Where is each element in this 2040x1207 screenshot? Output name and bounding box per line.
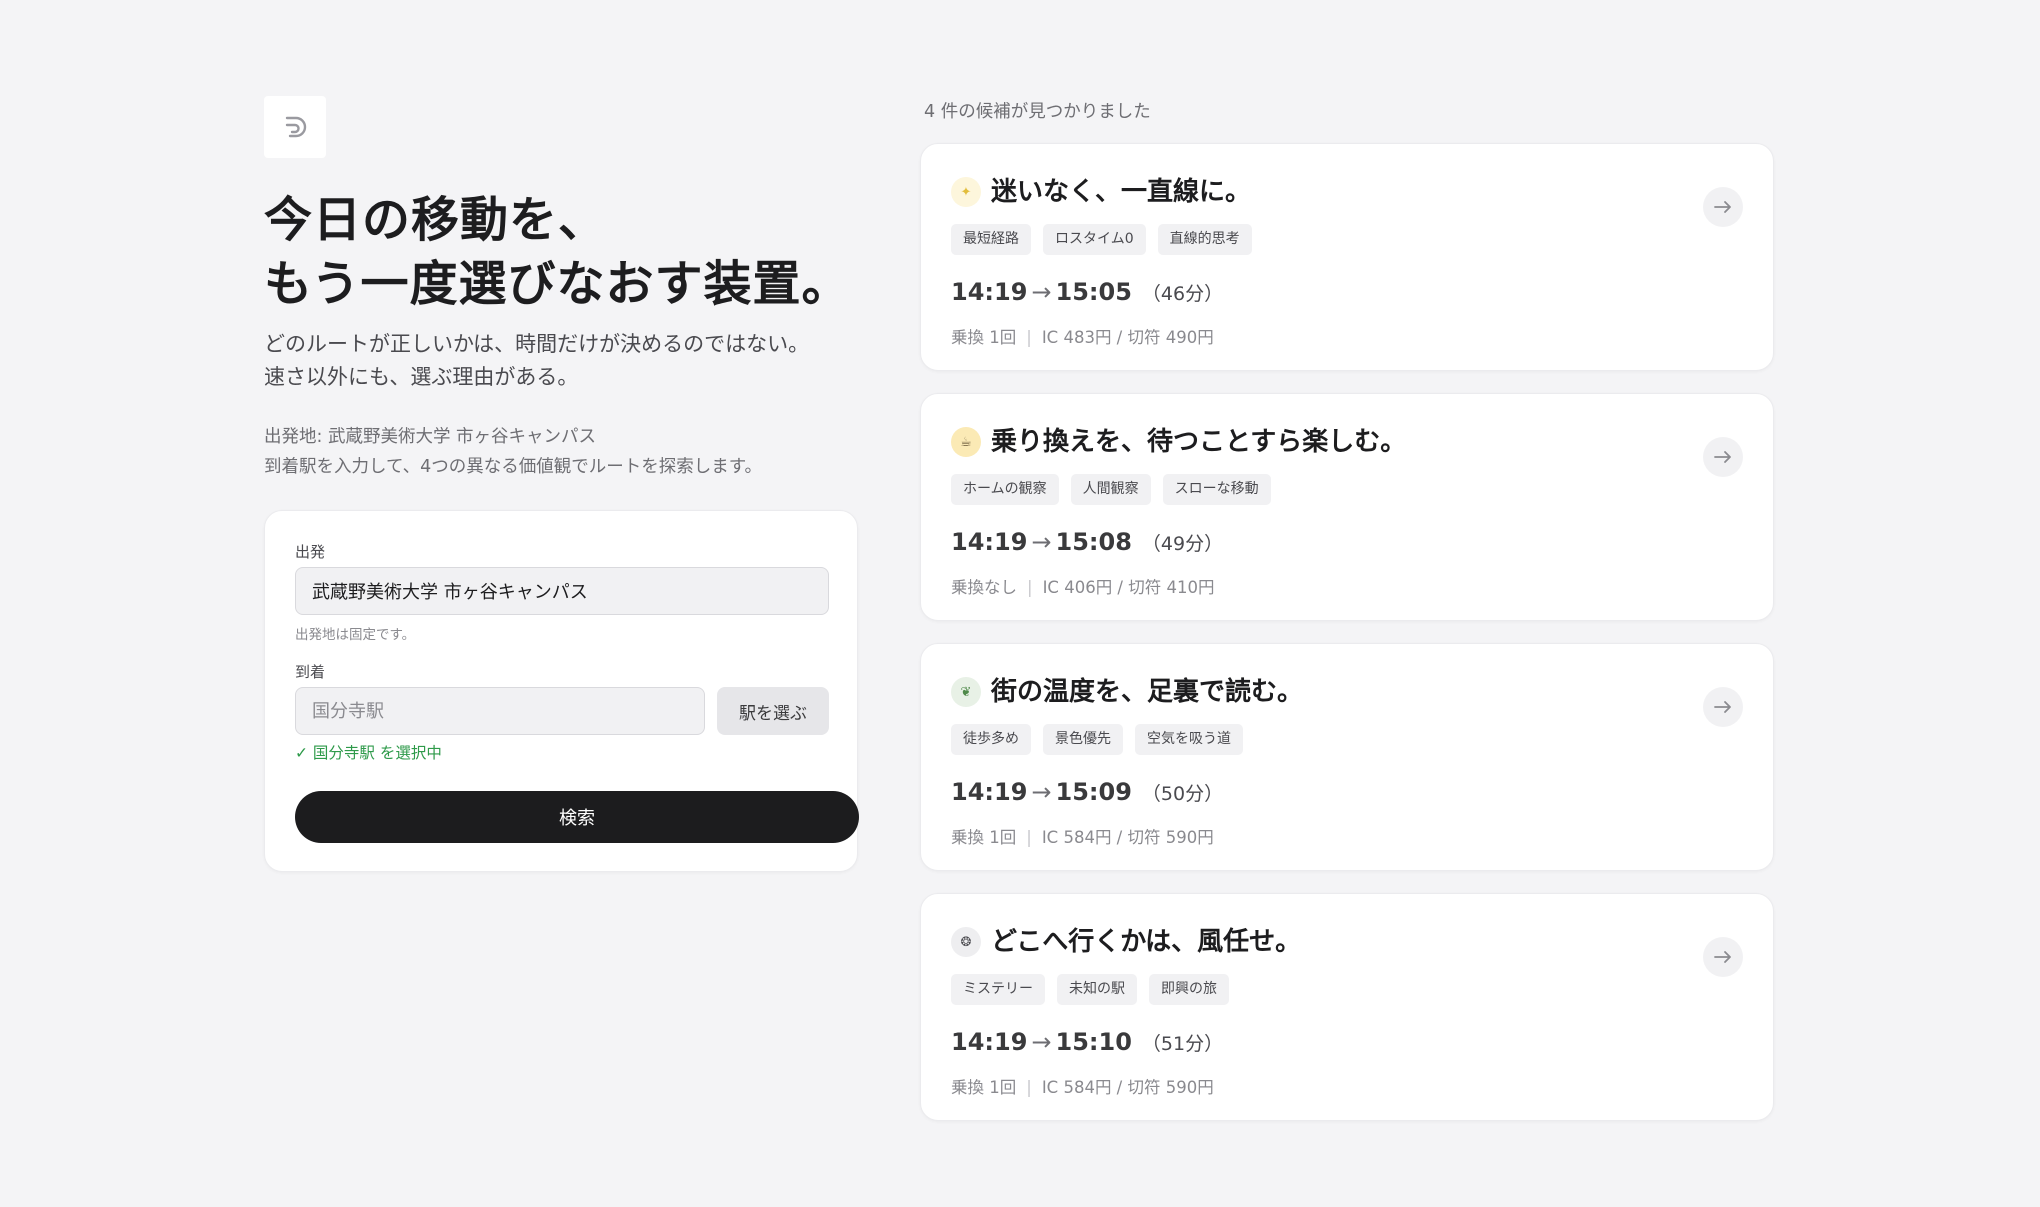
leaf-icon: ❦ <box>951 677 981 707</box>
lead-line: どのルートが正しいかは、時間だけが決めるのではない。 <box>264 332 810 356</box>
pick-station-button[interactable]: 駅を選ぶ <box>717 687 829 735</box>
route-fare: 乗換 1回 | IC 584円 / 切符 590円 <box>951 824 1214 848</box>
badge-glyph: ❦ <box>960 684 972 700</box>
fare-info: IC 584円 / 切符 590円 <box>1041 828 1214 847</box>
transfer-info: 乗換 1回 <box>951 328 1017 347</box>
route-tag: 徒歩多め <box>951 724 1031 755</box>
arrive-time: 15:05 <box>1055 278 1132 306</box>
coffee-cup-icon: ☕ <box>951 427 981 457</box>
divider: | <box>1026 1078 1032 1097</box>
search-form: 出発 出発地は固定です。 到着 駅を選ぶ ✓ 国分寺駅 を選択中 検索 <box>264 510 859 872</box>
open-route-button[interactable] <box>1703 687 1743 727</box>
arrow-right-icon <box>1714 701 1731 713</box>
route-tag: 空気を吸う道 <box>1135 724 1243 755</box>
route-tag: スローな移動 <box>1162 474 1271 505</box>
arrive-time: 15:08 <box>1055 528 1132 556</box>
arrow-right-icon: → <box>1031 778 1052 806</box>
arrival-field[interactable] <box>295 687 705 735</box>
transfer-info: 乗換なし <box>951 578 1017 597</box>
lead-text: どのルートが正しいかは、時間だけが決めるのではない。 速さ以外にも、選ぶ理由があ… <box>264 328 860 394</box>
route-tag: ホームの観察 <box>951 474 1059 505</box>
badge-glyph: ✦ <box>960 184 972 200</box>
route-tags: 徒歩多め 景色優先 空気を吸う道 <box>951 724 1243 755</box>
badge-glyph: ☕ <box>960 434 972 450</box>
transfer-info: 乗換 1回 <box>951 828 1017 847</box>
duration: （50分） <box>1141 783 1224 805</box>
route-tags: ホームの観察 人間観察 スローな移動 <box>951 474 1271 505</box>
arrow-right-icon <box>1714 951 1731 963</box>
route-card[interactable]: ✦ 迷いなく、一直線に。 最短経路 ロスタイム0 直線的思考 14:19 → 15:05… <box>920 143 1774 371</box>
arrive-time: 15:09 <box>1055 778 1132 806</box>
fare-info: IC 483円 / 切符 490円 <box>1041 328 1214 347</box>
route-times: 14:19 → 15:10 （51分） <box>951 1024 1223 1062</box>
fare-info: IC 406円 / 切符 410円 <box>1042 578 1215 597</box>
route-tag: 未知の駅 <box>1057 974 1137 1005</box>
page-title: 今日の移動を、 もう一度選びなおす装置。 <box>264 188 860 316</box>
route-card[interactable]: ☕ 乗り換えを、待つことすら楽しむ。 ホームの観察 人間観察 スローな移動 14:1… <box>920 393 1774 621</box>
lead-line: 速さ以外にも、選ぶ理由がある。 <box>264 365 579 389</box>
search-meta: 出発地: 武蔵野美術大学 市ヶ谷キャンパス 到着駅を入力して、4つの異なる価値観… <box>264 422 860 482</box>
route-tags: 最短経路 ロスタイム0 直線的思考 <box>951 224 1252 255</box>
departure-hint: 出発地は固定です。 <box>295 627 416 643</box>
departure-field[interactable] <box>295 567 829 615</box>
route-tag: 景色優先 <box>1043 724 1123 755</box>
route-times: 14:19 → 15:09 （50分） <box>951 774 1223 812</box>
wind-chime-icon: ❂ <box>951 927 981 957</box>
route-fare: 乗換なし | IC 406円 / 切符 410円 <box>951 574 1214 598</box>
origin-text: 出発地: 武蔵野美術大学 市ヶ谷キャンパス <box>264 427 597 447</box>
arrival-label: 到着 <box>295 663 326 681</box>
search-button[interactable]: 検索 <box>295 791 859 843</box>
arrow-right-icon: → <box>1031 1028 1052 1056</box>
depart-time: 14:19 <box>951 1028 1028 1056</box>
arrow-right-icon <box>1714 201 1731 213</box>
duration: （49分） <box>1141 533 1224 555</box>
departure-label: 出発 <box>295 543 326 561</box>
headline-line: 今日の移動を、 <box>264 192 608 248</box>
logo-icon <box>285 116 307 138</box>
selected-station-status: ✓ 国分寺駅 を選択中 <box>295 744 442 762</box>
route-times: 14:19 → 15:08 （49分） <box>951 524 1223 562</box>
open-route-button[interactable] <box>1703 437 1743 477</box>
route-fare: 乗換 1回 | IC 584円 / 切符 590円 <box>951 1074 1214 1098</box>
route-times: 14:19 → 15:05 （46分） <box>951 274 1223 312</box>
route-card[interactable]: ❂ どこへ行くかは、風任せ。 ミステリー 未知の駅 即興の旅 14:19 → 15:10… <box>920 893 1774 1121</box>
route-tag: ミステリー <box>951 974 1045 1005</box>
route-tag: ロスタイム0 <box>1043 224 1146 255</box>
arrow-right-icon: → <box>1031 278 1052 306</box>
badge-glyph: ❂ <box>960 934 972 950</box>
depart-time: 14:19 <box>951 278 1028 306</box>
sparkle-icon: ✦ <box>951 177 981 207</box>
arrive-time: 15:10 <box>1055 1028 1132 1056</box>
route-card[interactable]: ❦ 街の温度を、足裏で読む。 徒歩多め 景色優先 空気を吸う道 14:19 → 15:0… <box>920 643 1774 871</box>
route-fare: 乗換 1回 | IC 483円 / 切符 490円 <box>951 324 1214 348</box>
app-logo <box>264 96 326 158</box>
results-count: 4 件の候補が見つかりました <box>924 102 1151 122</box>
route-tag: 人間観察 <box>1070 474 1151 505</box>
arrow-right-icon <box>1714 451 1731 463</box>
open-route-button[interactable] <box>1703 937 1743 977</box>
route-tag: 即興の旅 <box>1149 974 1229 1005</box>
arrow-right-icon: → <box>1031 528 1052 556</box>
depart-time: 14:19 <box>951 778 1028 806</box>
route-tags: ミステリー 未知の駅 即興の旅 <box>951 974 1229 1005</box>
transfer-info: 乗換 1回 <box>951 1078 1017 1097</box>
route-title: 乗り換えを、待つことすら楽しむ。 <box>991 427 1407 457</box>
open-route-button[interactable] <box>1703 187 1743 227</box>
route-tag: 直線的思考 <box>1157 224 1252 255</box>
duration: （51分） <box>1141 1033 1224 1055</box>
route-title: どこへ行くかは、風任せ。 <box>991 927 1302 957</box>
divider: | <box>1027 578 1033 597</box>
duration: （46分） <box>1141 283 1224 305</box>
divider: | <box>1026 828 1032 847</box>
headline-line: もう一度選びなおす装置。 <box>264 256 851 312</box>
divider: | <box>1026 328 1032 347</box>
route-tag: 最短経路 <box>951 224 1031 255</box>
route-title: 街の温度を、足裏で読む。 <box>991 677 1304 707</box>
depart-time: 14:19 <box>951 528 1028 556</box>
fare-info: IC 584円 / 切符 590円 <box>1041 1078 1214 1097</box>
intro-section: 今日の移動を、 もう一度選びなおす装置。 どのルートが正しいかは、時間だけが決め… <box>264 96 860 482</box>
route-title: 迷いなく、一直線に。 <box>991 177 1252 207</box>
instruction-text: 到着駅を入力して、4つの異なる価値観でルートを探索します。 <box>264 457 762 477</box>
